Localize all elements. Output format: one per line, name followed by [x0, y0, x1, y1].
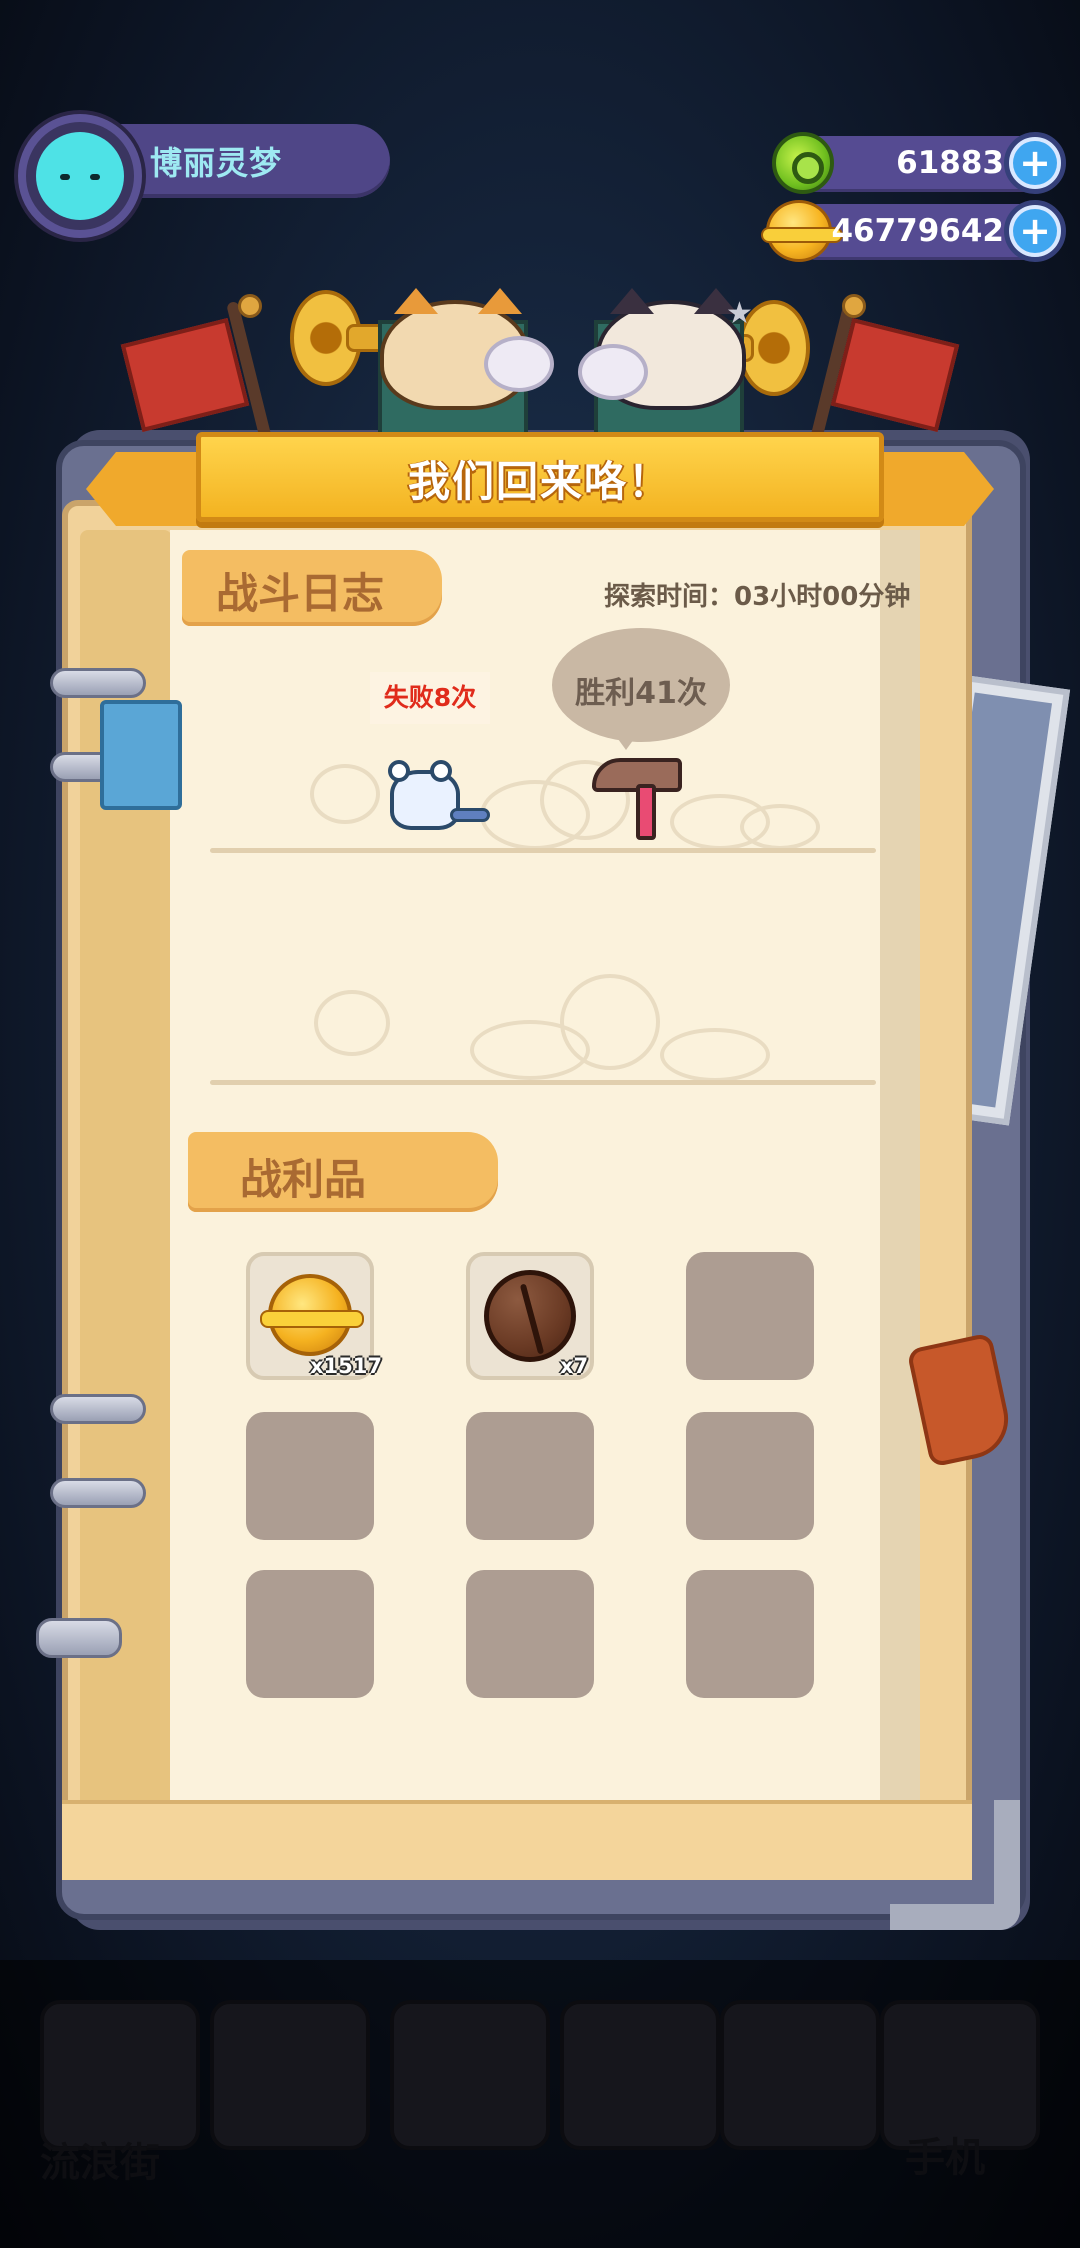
- ring-icon: [50, 1478, 146, 1508]
- add-coin-button[interactable]: +: [1004, 200, 1066, 262]
- cat-avatar-icon: [36, 132, 124, 220]
- loot-slot-4: [246, 1412, 374, 1540]
- page-edge: [880, 530, 920, 1810]
- explore-time: 探索时间：03小时00分钟: [604, 582, 911, 612]
- gold-planet-coin-icon: [260, 1274, 364, 1356]
- loot-header: 战利品: [240, 1155, 367, 1204]
- flag-pole-cap: [238, 294, 262, 318]
- bush-icon: [310, 764, 380, 824]
- brown-nut-icon: [484, 1270, 576, 1362]
- binder-clip-icon: [100, 700, 182, 810]
- ground-line: [210, 1080, 876, 1085]
- nav-tile-3: [390, 2000, 550, 2150]
- loot-qty-2: x7: [560, 1354, 589, 1378]
- loot-slot-5: [466, 1412, 594, 1540]
- plus-icon: +: [1013, 209, 1057, 253]
- loot-slot-1[interactable]: x1517: [246, 1252, 382, 1380]
- bush-icon: [660, 1028, 770, 1082]
- bush-icon: [314, 990, 390, 1056]
- speech-bubble-tail: [610, 728, 642, 750]
- nav-tile-4: [560, 2000, 720, 2150]
- nav-tile-1: [40, 2000, 200, 2150]
- player-name: 博丽灵梦: [150, 144, 283, 182]
- loot-slot-6: [686, 1412, 814, 1540]
- loot-slot-2[interactable]: x7: [466, 1252, 594, 1380]
- coin-amount: 46779642: [831, 213, 1004, 249]
- ring-icon: [36, 1618, 122, 1658]
- ring-icon: [50, 1394, 146, 1424]
- loot-qty-1: x1517: [310, 1354, 382, 1378]
- loot-slot-9: [686, 1570, 814, 1698]
- ground-line: [210, 848, 876, 853]
- bush-icon: [740, 804, 820, 850]
- nav-tile-2: [210, 2000, 370, 2150]
- nav-label-phone: 手机: [905, 2135, 985, 2181]
- add-gem-button[interactable]: +: [1004, 132, 1066, 194]
- frog-character-icon: [384, 752, 490, 832]
- plus-icon: +: [1013, 141, 1057, 185]
- victory-count: 胜利41次: [575, 676, 707, 711]
- defeat-count: 失败8次: [370, 672, 490, 724]
- corner-clip-icon: [890, 1800, 1020, 1930]
- bush-icon: [560, 974, 660, 1070]
- gem-amount: 61883: [896, 145, 1004, 181]
- page-bottom-strip: [62, 1800, 972, 1880]
- loot-slot-3: [686, 1252, 814, 1380]
- loot-slot-7: [246, 1570, 374, 1698]
- dialog-title: 我们回来咯！: [407, 457, 672, 506]
- ring-icon: [50, 668, 146, 698]
- flag-pole-cap: [842, 294, 866, 318]
- nav-label-street: 流浪街: [40, 2140, 160, 2186]
- cloud-icon: [484, 336, 554, 392]
- pickaxe-hammer-icon: [592, 748, 688, 840]
- star-icon: ★: [726, 296, 753, 331]
- battle-log-header: 战斗日志: [216, 569, 385, 618]
- cloud-icon: [578, 344, 648, 400]
- nav-tile-5: [720, 2000, 880, 2150]
- loot-slot-8: [466, 1570, 594, 1698]
